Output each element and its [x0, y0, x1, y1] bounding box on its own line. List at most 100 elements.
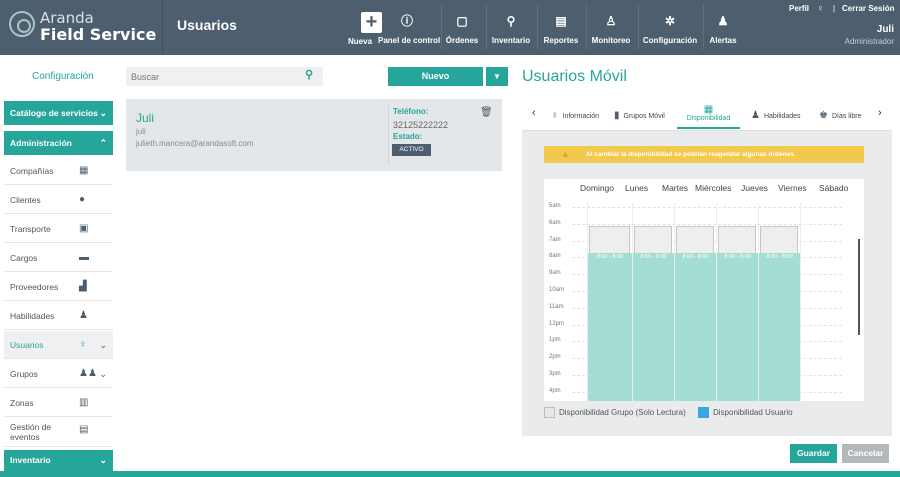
nav-panel-de-control[interactable]: ⓘ Panel de control: [378, 0, 440, 55]
availability-calendar[interactable]: Domingo Lunes Martes Miércoles Jueves Vi…: [544, 179, 864, 401]
chevron-right-icon[interactable]: ›: [878, 107, 882, 119]
sidebar-item-grupos[interactable]: Grupos ♟♟ ⌄: [4, 360, 113, 388]
trash-icon[interactable]: 🗑: [480, 107, 493, 118]
hour-label: 11am: [549, 303, 564, 310]
user-availability-block[interactable]: 8:00 - 8:00: [588, 253, 632, 401]
dashboard-icon: ⓘ: [400, 14, 413, 28]
hour-label: 10am: [549, 287, 565, 293]
hour-gridline: [572, 223, 842, 225]
day-header: Miércoles: [695, 183, 732, 193]
hour-label: 4pm: [549, 387, 561, 394]
hour-label: 6am: [549, 219, 561, 226]
nav-label: Monitoreo: [591, 36, 631, 45]
hour-label: 1pm: [549, 337, 561, 344]
sidebar-item-proveedores[interactable]: Proveedores ▟: [4, 273, 113, 301]
tab-label: Información: [562, 113, 600, 120]
logout-link[interactable]: Cerrar Sesión: [842, 4, 894, 13]
sidebar-administracion[interactable]: Administración ⌃: [4, 131, 113, 155]
hour-label: 9am: [549, 270, 561, 277]
nav-label: Reportes: [543, 36, 579, 45]
header-separator: |: [833, 4, 836, 13]
user-availability-block[interactable]: 8:00 - 8:00: [633, 253, 674, 401]
config-breadcrumb[interactable]: Configuración: [32, 71, 94, 82]
sidebar-item-habilidades[interactable]: Habilidades ♟: [4, 302, 113, 330]
user-availability-block[interactable]: 8:00 - 8:00: [675, 253, 716, 401]
phone-value: 32125222222: [393, 120, 449, 130]
hour-label: 12pm: [549, 320, 565, 327]
cart-icon: ▟: [79, 281, 87, 292]
current-user-role: Administrador: [844, 37, 894, 46]
save-button[interactable]: Guardar: [790, 444, 837, 463]
new-user-button[interactable]: Nuevo: [388, 67, 483, 86]
briefcase-icon: ▬: [79, 252, 89, 263]
profile-icon[interactable]: ♀: [817, 3, 824, 13]
sidebar-item-transporte[interactable]: Transporte ▣: [4, 215, 113, 243]
cancel-button[interactable]: Cancelar: [842, 444, 889, 463]
sidebar-item-label: Zonas: [10, 398, 34, 408]
sidebar-item-zonas[interactable]: Zonas ▥: [4, 389, 113, 417]
sidebar-catalogo[interactable]: Catálogo de servicios ⌄: [4, 101, 113, 125]
sidebar-inventario[interactable]: Inventario ⌄: [4, 450, 113, 471]
tab-dias-libres[interactable]: ♚ Días libre: [819, 110, 862, 121]
new-dropdown-button[interactable]: ▼: [486, 67, 508, 86]
sidebar-head-label: Inventario: [10, 455, 51, 465]
search-input[interactable]: [126, 67, 323, 86]
tab-informacion[interactable]: ♀ Información: [551, 110, 599, 121]
sidebar-item-gestion-eventos[interactable]: Gestión de eventos ▤: [4, 418, 113, 447]
sidebar-item-label: Clientes: [10, 195, 41, 205]
panel-title: Usuarios Móvil: [522, 68, 627, 85]
hour-gridline: [572, 207, 842, 208]
nav-configuracion[interactable]: ✲ Configuración: [641, 0, 699, 55]
sidebar-item-companias[interactable]: Compañías ▦: [4, 157, 113, 185]
new-label[interactable]: Nueva: [348, 37, 372, 46]
user-availability-range: 8:00 - 8:00: [596, 254, 624, 261]
chevron-down-icon: ⌄: [99, 369, 107, 379]
tab-grupos-movil[interactable]: ▮ Grupos Móvil: [614, 110, 665, 121]
search-icon[interactable]: ⚲: [305, 68, 313, 81]
nav-monitoreo[interactable]: ♙ Monitoreo: [589, 0, 633, 55]
chevron-left-icon[interactable]: ‹: [532, 107, 536, 119]
nav-ordenes[interactable]: ▢ Órdenes: [443, 0, 481, 55]
sidebar-head-label: Catálogo de servicios: [10, 108, 98, 118]
tab-habilidades[interactable]: ♟ Habilidades: [751, 110, 801, 121]
profile-link[interactable]: Perfil: [789, 4, 809, 13]
user-availability-block[interactable]: 8:00 - 8:00: [759, 253, 800, 401]
tab-label: Grupos Móvil: [623, 113, 665, 120]
reports-icon: ▤: [555, 14, 567, 28]
module-title: Usuarios: [177, 17, 237, 33]
chevron-down-icon: ⌄: [99, 340, 107, 350]
sidebar-item-label: Transporte: [10, 224, 51, 234]
user-username: juli: [136, 127, 146, 136]
person-icon: ●: [79, 194, 86, 205]
sidebar-item-label: Compañías: [10, 166, 54, 176]
nav-label: Órdenes: [445, 36, 479, 45]
user-availability-range: 8:00 - 8:00: [766, 254, 793, 261]
sidebar-item-clientes[interactable]: Clientes ●: [4, 186, 113, 214]
hour-label: 2pm: [549, 354, 561, 361]
user-icon: ♀: [79, 339, 87, 350]
detail-panel: ‹ ♀ Información ▮ Grupos Móvil ▦ Disponibi…: [522, 99, 892, 436]
tab-label: Habilidades: [763, 113, 801, 120]
user-availability-block[interactable]: 8:00 - 8:00: [717, 253, 758, 401]
nav-inventario[interactable]: ⚲ Inventario: [489, 0, 533, 55]
sidebar-item-cargos[interactable]: Cargos ▬: [4, 244, 113, 272]
calendar-scrollbar[interactable]: [858, 239, 860, 335]
warning-banner: ▲ Al cambiar la disponibilidad se podría…: [544, 146, 864, 163]
hour-label: 3pm: [549, 371, 561, 377]
tab-label: Días libre: [831, 113, 862, 120]
zone-icon: ▥: [79, 397, 89, 408]
nav-alertas[interactable]: ♟ Alertas: [705, 0, 741, 55]
card-divider: [388, 105, 389, 165]
sidebar-item-label: Gestión de eventos: [10, 422, 52, 442]
brand-logo[interactable]: Aranda Field Service: [0, 0, 163, 55]
bus-icon: ▣: [79, 223, 89, 234]
tab-disponibilidad[interactable]: ▦ Disponibilidad: [677, 104, 740, 129]
monitor-icon: ♙: [605, 14, 617, 28]
status-badge: ACTIVO: [392, 144, 431, 156]
user-card[interactable]: Juli juli julieth.mancera@arandasoft.com…: [126, 99, 502, 171]
day-header: Viernes: [778, 183, 807, 193]
nav-reportes[interactable]: ▤ Reportes: [540, 0, 582, 55]
current-user-name: Juli: [876, 24, 894, 35]
orders-icon: ▢: [456, 14, 468, 28]
sidebar-item-usuarios[interactable]: Usuarios ♀ ⌄: [4, 331, 113, 359]
